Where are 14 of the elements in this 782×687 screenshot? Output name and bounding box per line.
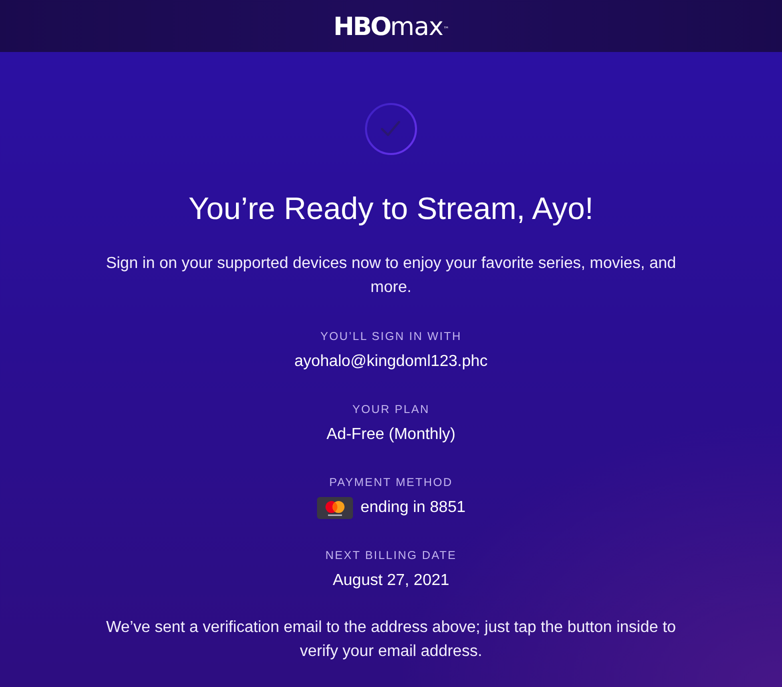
card-icon (316, 497, 352, 519)
detail-value: ayohalo@kingdoml123.phc (294, 352, 488, 372)
detail-value: Ad-Free (Monthly) (326, 425, 456, 445)
detail-value: August 27, 2021 (332, 571, 450, 591)
detail-label: NEXT BILLING DATE (325, 549, 457, 564)
intro-text: Sign in on your supported devices now to enjoy your favorite series, movies, and more. (104, 254, 678, 298)
detail-label: YOUR PLAN (352, 403, 430, 418)
detail-label: PAYMENT METHOD (329, 476, 453, 491)
detail-label: YOU’LL SIGN IN WITH (320, 330, 462, 345)
detail-value: ending in 8851 (360, 498, 466, 518)
page-title: You’re Ready to Stream, Ayo! (188, 190, 594, 228)
check-circle-icon (364, 102, 418, 156)
brand-logo: HBOmax$^{™}$ (333, 12, 449, 42)
verification-note: We’ve sent a verification email to the address above; just tap the button inside to verify your email address. (105, 618, 677, 662)
